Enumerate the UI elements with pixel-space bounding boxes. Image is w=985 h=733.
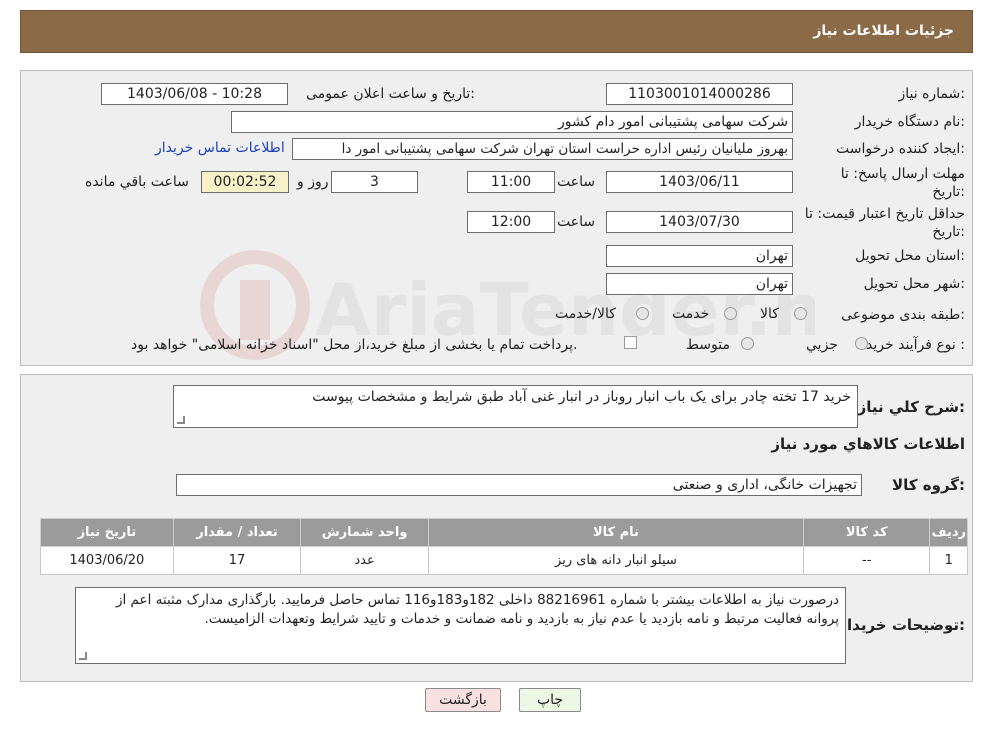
cell-quantity: 17 bbox=[172, 546, 302, 575]
back-button[interactable]: بازگشت bbox=[425, 688, 501, 712]
items-table-header-row: ردیف کد کالا نام کالا واحد شمارش تعداد /… bbox=[40, 518, 968, 547]
print-button[interactable]: چاپ bbox=[519, 688, 581, 712]
category-option-goods: کالا bbox=[760, 306, 779, 322]
deadline-label-line1: مهلت ارسال پاسخ: تا bbox=[840, 166, 965, 182]
need-number-field: 1103001014000286 bbox=[606, 83, 793, 105]
process-label: نوع فرآیند خرید : bbox=[866, 337, 965, 353]
days-remaining-field: 3 bbox=[331, 171, 418, 193]
goods-group-field: تجهیزات خانگی، اداری و صنعتی bbox=[176, 474, 862, 496]
resize-grip-icon[interactable] bbox=[79, 652, 87, 660]
validity-time-label: ساعت bbox=[557, 214, 596, 230]
col-header-unit: واحد شمارش bbox=[300, 518, 429, 547]
buyer-org-label: نام دستگاه خریدار: bbox=[854, 114, 965, 130]
col-header-goods-code: کد کالا bbox=[803, 518, 931, 547]
col-header-quantity: تعداد / مقدار bbox=[172, 518, 302, 547]
treasury-payment-checkbox[interactable] bbox=[624, 336, 637, 349]
buyer-notes-text: درصورت نیاز به اطلاعات بیشتر با شماره 88… bbox=[115, 592, 839, 627]
need-number-label: شماره نیاز: bbox=[898, 86, 965, 102]
buyer-notes-label: توضیحات خریدار: bbox=[838, 616, 965, 634]
treasury-payment-note: پرداخت تمام یا بخشی از مبلغ خرید،از محل … bbox=[131, 337, 578, 353]
resize-grip-icon[interactable] bbox=[177, 416, 185, 424]
process-radio-minor[interactable] bbox=[855, 337, 868, 350]
process-option-medium: متوسط bbox=[686, 337, 730, 353]
col-header-row-number: ردیف bbox=[929, 518, 968, 547]
cell-need-date: 1403/06/20 bbox=[40, 546, 174, 575]
goods-group-label: گروه کالا: bbox=[892, 476, 965, 494]
page-title: جزئیات اطلاعات نیاز bbox=[813, 23, 954, 39]
category-option-service: خدمت bbox=[672, 306, 710, 322]
creator-label: ایجاد کننده درخواست: bbox=[836, 141, 965, 157]
col-header-goods-name: نام کالا bbox=[427, 518, 805, 547]
category-radio-goods[interactable] bbox=[794, 307, 807, 320]
province-label: استان محل تحویل: bbox=[855, 248, 965, 264]
validity-label-line2: تاریخ: bbox=[932, 224, 965, 240]
validity-label-line1: حداقل تاریخ اعتبار قیمت: تا bbox=[804, 206, 965, 222]
cell-row-number: 1 bbox=[929, 546, 968, 575]
summary-textarea[interactable]: خرید 17 تخته چادر برای یک باب انبار روبا… bbox=[173, 385, 858, 428]
items-table-wrapper: ردیف کد کالا نام کالا واحد شمارش تعداد /… bbox=[40, 518, 968, 575]
validity-date-field: 1403/07/30 bbox=[606, 211, 793, 233]
table-row: 1 -- سیلو انبار دانه های ریز عدد 17 1403… bbox=[40, 546, 968, 575]
deadline-time-field: 11:00 bbox=[467, 171, 555, 193]
city-label: شهر محل تحویل: bbox=[863, 276, 965, 292]
cell-goods-code: -- bbox=[803, 546, 931, 575]
page-header: جزئیات اطلاعات نیاز bbox=[20, 10, 973, 53]
province-field: تهران bbox=[606, 245, 793, 267]
summary-label: شرح کلي نیاز: bbox=[857, 398, 965, 416]
city-field: تهران bbox=[606, 273, 793, 295]
announce-label: تاریخ و ساعت اعلان عمومی: bbox=[306, 86, 475, 102]
deadline-time-label: ساعت bbox=[557, 174, 596, 190]
summary-text: خرید 17 تخته چادر برای یک باب انبار روبا… bbox=[312, 389, 851, 405]
remaining-time-label: ساعت باقي مانده bbox=[85, 174, 189, 190]
deadline-label-line2: تاریخ: bbox=[932, 184, 965, 200]
category-label: طبقه بندی موضوعی: bbox=[841, 307, 965, 323]
validity-time-field: 12:00 bbox=[467, 211, 555, 233]
process-option-minor: جزیي bbox=[806, 337, 838, 353]
cell-unit: عدد bbox=[300, 546, 429, 575]
remaining-time-field: 00:02:52 bbox=[201, 171, 289, 193]
announce-field: 1403/06/08 - 10:28 bbox=[101, 83, 288, 105]
creator-field: بهروز ملیانیان رئیس اداره حراست استان ته… bbox=[292, 138, 793, 160]
deadline-date-field: 1403/06/11 bbox=[606, 171, 793, 193]
buyer-contact-link[interactable]: اطلاعات تماس خریدار bbox=[155, 140, 285, 156]
buyer-org-field: شرکت سهامی پشتیبانی امور دام کشور bbox=[231, 111, 793, 133]
category-radio-goods-service[interactable] bbox=[636, 307, 649, 320]
process-radio-medium[interactable] bbox=[741, 337, 754, 350]
category-option-goods-service: کالا/خدمت bbox=[555, 306, 616, 322]
cell-goods-name: سیلو انبار دانه های ریز bbox=[427, 546, 805, 575]
days-label: روز و bbox=[297, 174, 329, 190]
items-table: ردیف کد کالا نام کالا واحد شمارش تعداد /… bbox=[40, 518, 968, 575]
buyer-notes-textarea[interactable]: درصورت نیاز به اطلاعات بیشتر با شماره 88… bbox=[75, 587, 846, 664]
category-radio-service[interactable] bbox=[724, 307, 737, 320]
col-header-need-date: تاریخ نیاز bbox=[40, 518, 174, 547]
goods-info-title: اطلاعات کالاهاي مورد نیاز bbox=[771, 435, 965, 453]
